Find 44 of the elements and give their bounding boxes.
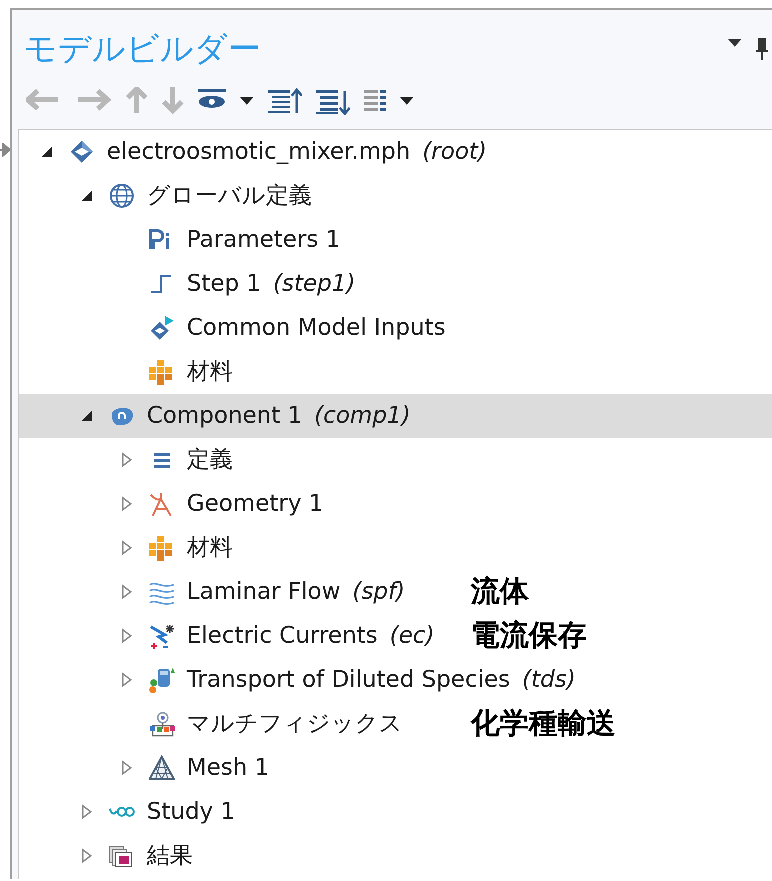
node-label: 定義: [187, 446, 233, 475]
node-label: 材料: [187, 534, 233, 563]
node-label: Parameters 1: [187, 226, 341, 255]
panel-title: モデルビルダー: [23, 28, 261, 65]
node-label: Electric Currents: [187, 622, 378, 651]
node-tag: (spf): [352, 574, 406, 610]
node-label: Component 1: [147, 402, 302, 431]
node-label: Mesh 1: [187, 754, 270, 783]
node-label: Laminar Flow: [187, 578, 341, 607]
node-label: 材料: [187, 358, 233, 387]
tree-row[interactable]: Common Model Inputs: [19, 306, 772, 350]
node-tag: (step1): [273, 266, 356, 302]
annotation-label: 化学種輸送: [471, 705, 616, 742]
selected-tree-row[interactable]: Component 1 (comp1): [19, 394, 772, 438]
tree-row[interactable]: 結果: [19, 834, 772, 878]
tree-row[interactable]: 定義: [19, 438, 772, 482]
tree-row[interactable]: Study 1: [19, 790, 772, 834]
tree-row[interactable]: グローバル定義: [19, 174, 772, 218]
tree-row[interactable]: Electric Currents (ec) 電流保存: [19, 614, 772, 658]
node-tag: (root): [422, 134, 488, 170]
annotation-label: 電流保存: [471, 617, 587, 654]
tree-row[interactable]: 材料: [19, 350, 772, 394]
tree-row[interactable]: Parameters 1: [19, 218, 772, 262]
node-label: Geometry 1: [187, 490, 324, 519]
tree-row[interactable]: マルチフィジックス 化学種輸送: [19, 702, 772, 746]
node-label: Study 1: [147, 798, 236, 827]
node-label: Transport of Diluted Species: [187, 666, 510, 695]
tree-row[interactable]: Geometry 1: [19, 482, 772, 526]
node-label: マルチフィジックス: [187, 710, 403, 739]
node-label: Step 1: [187, 270, 262, 299]
annotation-label: 流体: [471, 573, 529, 610]
node-label: Common Model Inputs: [187, 314, 446, 343]
tree-row[interactable]: Mesh 1: [19, 746, 772, 790]
tree-row[interactable]: Step 1 (step1): [19, 262, 772, 306]
node-tag: (tds): [522, 662, 576, 698]
tree-row[interactable]: Laminar Flow (spf) 流体: [19, 570, 772, 614]
node-label: 結果: [147, 842, 193, 871]
tree-row[interactable]: 材料: [19, 526, 772, 570]
tree-row[interactable]: electroosmotic_mixer.mph (root): [19, 130, 772, 174]
node-label: electroosmotic_mixer.mph: [107, 138, 411, 167]
node-label: グローバル定義: [147, 182, 312, 211]
node-tag: (ec): [390, 618, 435, 654]
node-tag: (comp1): [314, 398, 411, 434]
tree-row[interactable]: Transport of Diluted Species (tds): [19, 658, 772, 702]
